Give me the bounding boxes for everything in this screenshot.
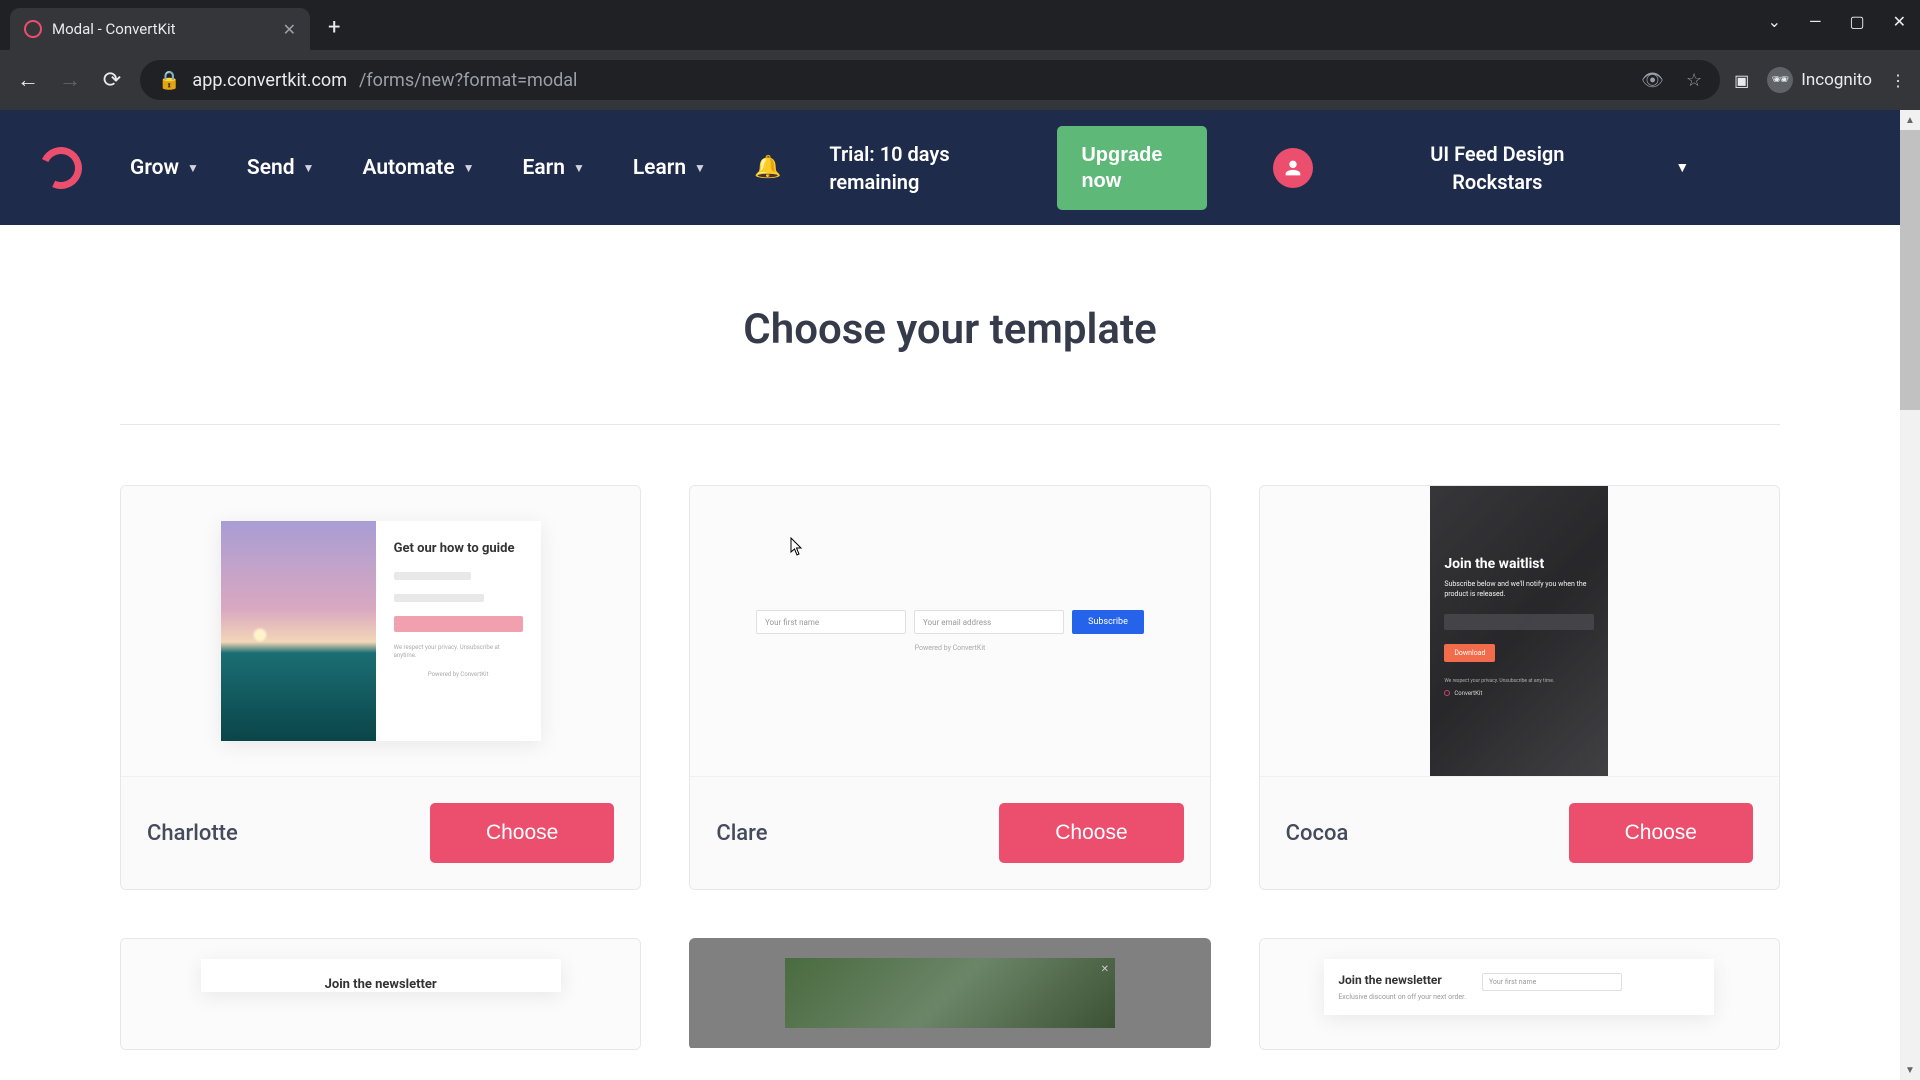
close-icon: ✕ bbox=[1101, 964, 1109, 975]
caret-down-icon[interactable]: ⌄ bbox=[1768, 12, 1781, 31]
account-name: UI Feed Design Rockstars bbox=[1397, 140, 1597, 196]
preview-heading: Join the newsletter bbox=[201, 977, 561, 992]
choose-button[interactable]: Choose bbox=[1569, 803, 1753, 863]
page-title: Choose your template bbox=[120, 305, 1780, 354]
back-button[interactable]: ← bbox=[14, 67, 42, 93]
preview-note: We respect your privacy. Unsubscribe at … bbox=[1444, 678, 1594, 684]
star-icon[interactable]: ☆ bbox=[1686, 70, 1702, 91]
preview-powered: Powered by ConvertKit bbox=[750, 644, 1150, 652]
chevron-down-icon: ▼ bbox=[573, 161, 585, 175]
url-path: /forms/new?format=modal bbox=[359, 70, 577, 91]
template-name: Clare bbox=[716, 821, 767, 846]
template-card: Join the newsletter bbox=[120, 938, 641, 1050]
preview-heading: Join the newsletter bbox=[1338, 973, 1466, 987]
scroll-thumb[interactable] bbox=[1900, 130, 1920, 410]
nav-automate[interactable]: Automate ▼ bbox=[362, 156, 474, 180]
chevron-down-icon: ▼ bbox=[463, 161, 475, 175]
main-content: Choose your template Get our how to guid… bbox=[0, 225, 1900, 1050]
app-navbar: Grow ▼ Send ▼ Automate ▼ Earn ▼ Learn ▼ 🔔 Tri… bbox=[0, 110, 1900, 225]
template-preview[interactable]: Join the newsletter Exclusive discount o… bbox=[1260, 939, 1779, 1049]
chevron-down-icon: ▼ bbox=[303, 161, 315, 175]
scroll-down-icon[interactable]: ▼ bbox=[1900, 1060, 1920, 1080]
nav-grow[interactable]: Grow ▼ bbox=[130, 156, 199, 180]
eye-off-icon[interactable]: 👁 bbox=[1641, 70, 1664, 91]
preview-subtext: Exclusive discount on off your next orde… bbox=[1338, 993, 1466, 1001]
chevron-down-icon: ▼ bbox=[187, 161, 199, 175]
lock-icon: 🔒 bbox=[158, 70, 180, 91]
preview-input: Your first name bbox=[1482, 973, 1622, 991]
template-card-charlotte: Get our how to guide We respect your pri… bbox=[120, 485, 641, 890]
side-panel-icon[interactable]: ▣ bbox=[1734, 71, 1749, 90]
template-card: ✕ bbox=[689, 938, 1210, 1050]
chevron-down-icon: ▼ bbox=[694, 161, 706, 175]
incognito-icon: 🕶 bbox=[1767, 67, 1793, 93]
tab-title: Modal - ConvertKit bbox=[52, 20, 176, 38]
new-tab-button[interactable]: + bbox=[328, 15, 340, 40]
forward-button[interactable]: → bbox=[56, 67, 84, 93]
preview-heading: Join the waitlist bbox=[1444, 556, 1594, 572]
browser-toolbar: ← → ⟳ 🔒 app.convertkit.com/forms/new?for… bbox=[0, 50, 1920, 110]
nav-label: Learn bbox=[633, 156, 686, 180]
trial-status: Trial: 10 days remaining bbox=[829, 140, 1009, 196]
template-preview[interactable]: Your first name Your email address Subsc… bbox=[690, 486, 1209, 776]
minimize-icon[interactable]: — bbox=[1809, 12, 1822, 31]
chevron-down-icon[interactable]: ▼ bbox=[1675, 159, 1689, 176]
template-card-cocoa: Join the waitlist Subscribe below and we… bbox=[1259, 485, 1780, 890]
nav-label: Send bbox=[247, 156, 295, 180]
divider bbox=[120, 424, 1780, 425]
scrollbar[interactable]: ▲ ▼ bbox=[1900, 110, 1920, 1080]
browser-tab-strip: Modal - ConvertKit ✕ + ⌄ — ▢ ✕ bbox=[0, 0, 1920, 50]
preview-button: Subscribe bbox=[1072, 610, 1144, 634]
maximize-icon[interactable]: ▢ bbox=[1849, 12, 1864, 31]
nav-label: Earn bbox=[523, 156, 565, 180]
choose-button[interactable]: Choose bbox=[430, 803, 614, 863]
choose-button[interactable]: Choose bbox=[999, 803, 1183, 863]
preview-powered: Powered by ConvertKit bbox=[394, 671, 523, 678]
close-window-icon[interactable]: ✕ bbox=[1893, 12, 1906, 31]
preview-input: Your email address bbox=[914, 610, 1064, 634]
scroll-up-icon[interactable]: ▲ bbox=[1900, 110, 1920, 130]
preview-note: We respect your privacy. Unsubscribe at … bbox=[394, 644, 523, 661]
preview-brand: ConvertKit bbox=[1444, 690, 1594, 697]
favicon-icon bbox=[24, 20, 42, 38]
preview-button bbox=[394, 616, 523, 632]
template-card: Join the newsletter Exclusive discount o… bbox=[1259, 938, 1780, 1050]
window-controls: ⌄ — ▢ ✕ bbox=[1768, 12, 1906, 31]
upgrade-button[interactable]: Upgrade now bbox=[1057, 126, 1207, 210]
user-icon bbox=[1282, 157, 1304, 179]
nav-label: Grow bbox=[130, 156, 179, 180]
preview-input bbox=[394, 572, 471, 580]
preview-input: Your first name bbox=[756, 610, 906, 634]
template-card-clare: Your first name Your email address Subsc… bbox=[689, 485, 1210, 890]
nav-send[interactable]: Send ▼ bbox=[247, 156, 315, 180]
browser-tab[interactable]: Modal - ConvertKit ✕ bbox=[10, 8, 310, 50]
address-bar[interactable]: 🔒 app.convertkit.com/forms/new?format=mo… bbox=[140, 60, 1720, 100]
kebab-menu-icon[interactable]: ⋮ bbox=[1890, 71, 1906, 90]
preview-subtext: Subscribe below and we'll notify you whe… bbox=[1444, 580, 1594, 600]
template-preview[interactable]: Join the newsletter bbox=[121, 939, 640, 1049]
template-preview[interactable]: Get our how to guide We respect your pri… bbox=[121, 486, 640, 776]
convertkit-logo-icon bbox=[1444, 690, 1450, 696]
convertkit-logo-icon[interactable] bbox=[34, 141, 88, 195]
reload-button[interactable]: ⟳ bbox=[98, 68, 126, 93]
preview-image bbox=[221, 521, 376, 741]
nav-earn[interactable]: Earn ▼ bbox=[523, 156, 585, 180]
nav-learn[interactable]: Learn ▼ bbox=[633, 156, 706, 180]
close-tab-icon[interactable]: ✕ bbox=[283, 20, 296, 39]
template-preview[interactable]: Join the waitlist Subscribe below and we… bbox=[1260, 486, 1779, 776]
template-name: Charlotte bbox=[147, 821, 238, 846]
template-name: Cocoa bbox=[1286, 821, 1349, 846]
preview-button: Download bbox=[1444, 644, 1495, 662]
url-domain: app.convertkit.com bbox=[192, 70, 347, 91]
bell-icon[interactable]: 🔔 bbox=[754, 155, 781, 180]
preview-input bbox=[1444, 614, 1594, 630]
template-preview[interactable]: ✕ bbox=[689, 938, 1210, 1048]
nav-label: Automate bbox=[362, 156, 454, 180]
preview-input bbox=[394, 594, 484, 602]
template-grid: Get our how to guide We respect your pri… bbox=[120, 485, 1780, 1050]
preview-heading: Get our how to guide bbox=[394, 541, 523, 558]
incognito-label: Incognito bbox=[1801, 70, 1872, 90]
incognito-badge[interactable]: 🕶 Incognito bbox=[1767, 67, 1872, 93]
avatar[interactable] bbox=[1273, 148, 1313, 188]
